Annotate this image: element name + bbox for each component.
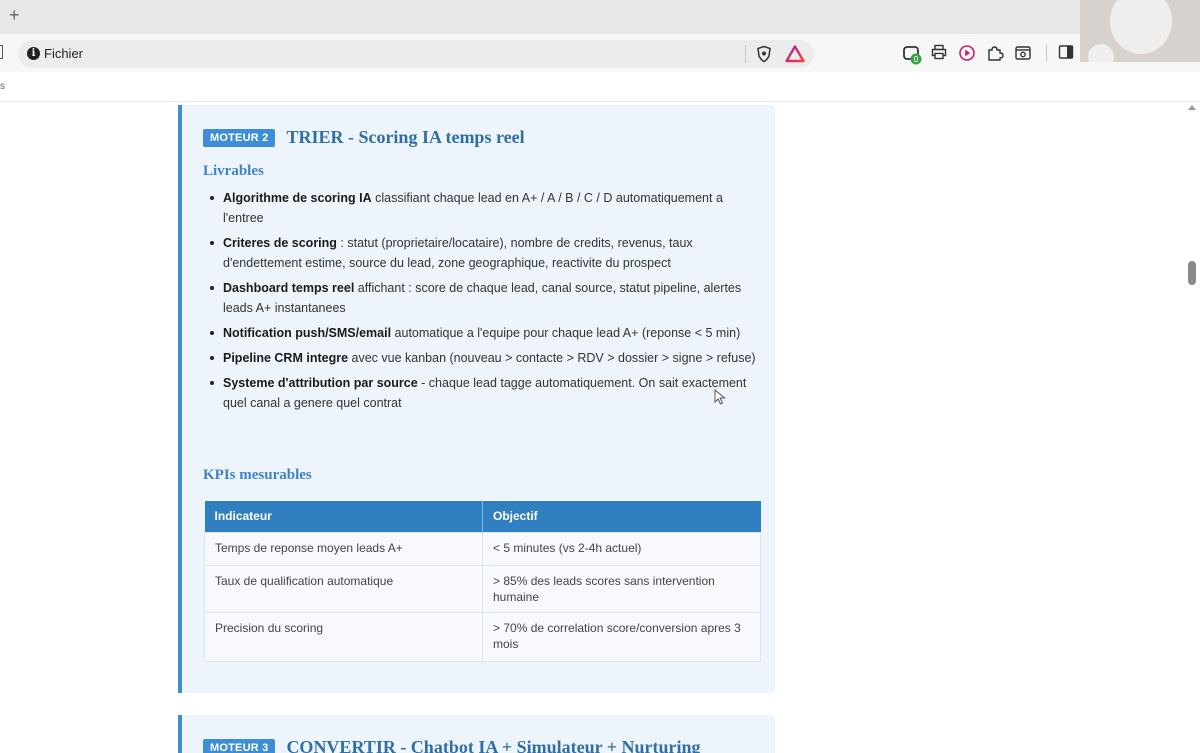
puzzle-icon[interactable] bbox=[986, 44, 1004, 67]
webcam-overlay bbox=[1080, 0, 1200, 62]
card-header: MOTEUR 2 TRIER - Scoring IA temps reel bbox=[203, 127, 525, 148]
column-header-objectif: Objectif bbox=[482, 501, 761, 532]
printer-icon[interactable] bbox=[931, 44, 947, 65]
mouse-cursor-icon bbox=[714, 388, 726, 410]
extension-counter-icon[interactable]: 0 bbox=[902, 44, 924, 71]
moteur-2-card: MOTEUR 2 TRIER - Scoring IA temps reel L… bbox=[178, 105, 775, 693]
bullet-text: avec vue kanban (nouveau > contacte > RD… bbox=[348, 351, 756, 365]
table-row: Taux de qualification automatique > 85% … bbox=[204, 564, 761, 613]
record-icon[interactable] bbox=[958, 44, 976, 67]
column-header-indicateur: Indicateur bbox=[204, 501, 483, 532]
info-icon[interactable]: i bbox=[27, 47, 40, 60]
moteur-badge: MOTEUR 2 bbox=[203, 128, 276, 147]
screenshot-icon[interactable] bbox=[1014, 44, 1032, 67]
bookmark-item[interactable]: s bbox=[0, 81, 5, 92]
table-cell: > 85% des leads scores sans intervention… bbox=[482, 564, 761, 613]
bullet-bold: Criteres de scoring bbox=[223, 236, 337, 250]
livrables-list: Algorithme de scoring IA classifiant cha… bbox=[206, 188, 756, 418]
list-item: Criteres de scoring : statut (proprietai… bbox=[206, 233, 756, 273]
bullet-bold: Dashboard temps reel bbox=[223, 281, 355, 295]
bookmarks-bar: s bbox=[0, 72, 1200, 102]
address-label: Fichier bbox=[44, 46, 84, 61]
webcam-person bbox=[1110, 0, 1172, 54]
table-cell: Temps de reponse moyen leads A+ bbox=[204, 531, 483, 566]
moteur-3-card: MOTEUR 3 CONVERTIR - Chatbot IA + Simula… bbox=[178, 715, 775, 753]
card-title: CONVERTIR - Chatbot IA + Simulateur + Nu… bbox=[286, 737, 701, 753]
bullet-text: automatique a l'equipe pour chaque lead … bbox=[391, 326, 741, 340]
toolbar-divider bbox=[1046, 44, 1047, 62]
card-title: TRIER - Scoring IA temps reel bbox=[286, 127, 525, 147]
table-row: Temps de reponse moyen leads A+ < 5 minu… bbox=[204, 531, 761, 566]
address-bar-divider bbox=[745, 45, 746, 63]
list-item: Notification push/SMS/email automatique … bbox=[206, 323, 756, 343]
brave-rewards-icon[interactable] bbox=[785, 45, 805, 68]
list-item: Dashboard temps reel affichant : score d… bbox=[206, 278, 756, 318]
moteur-badge: MOTEUR 3 bbox=[203, 738, 276, 753]
table-cell: Taux de qualification automatique bbox=[204, 564, 483, 613]
sidebar-toggle-fragment[interactable] bbox=[0, 45, 3, 59]
bullet-bold: Algorithme de scoring IA bbox=[223, 191, 372, 205]
sidebar-icon[interactable] bbox=[1058, 44, 1074, 65]
address-bar[interactable]: i Fichier bbox=[18, 40, 814, 68]
livrables-heading: Livrables bbox=[203, 163, 264, 179]
scrollbar-thumb[interactable] bbox=[1188, 261, 1196, 285]
kpi-heading: KPIs mesurables bbox=[203, 467, 312, 483]
bullet-bold: Notification push/SMS/email bbox=[223, 326, 392, 340]
bullet-bold: Pipeline CRM integre bbox=[223, 351, 349, 365]
page-viewport[interactable]: MOTEUR 2 TRIER - Scoring IA temps reel L… bbox=[0, 103, 1200, 753]
kpi-table: Indicateur Objectif Temps de reponse moy… bbox=[204, 501, 761, 662]
tab-strip: + bbox=[0, 0, 1200, 34]
table-cell: > 70% de correlation score/conversion ap… bbox=[482, 611, 761, 662]
scroll-up-arrow-icon[interactable] bbox=[1188, 105, 1196, 110]
table-cell: < 5 minutes (vs 2-4h actuel) bbox=[482, 531, 761, 566]
new-tab-button[interactable]: + bbox=[9, 5, 20, 25]
list-item: Algorithme de scoring IA classifiant cha… bbox=[206, 188, 756, 228]
bullet-bold: Systeme d'attribution par source bbox=[223, 376, 418, 390]
extension-badge: 0 bbox=[913, 55, 918, 64]
list-item: Systeme d'attribution par source - chaqu… bbox=[206, 373, 756, 413]
table-header-row: Indicateur Objectif bbox=[204, 501, 761, 532]
brave-shield-icon[interactable] bbox=[755, 45, 773, 68]
list-item: Pipeline CRM integre avec vue kanban (no… bbox=[206, 348, 756, 368]
table-cell: Precision du scoring bbox=[204, 611, 483, 662]
card-header: MOTEUR 3 CONVERTIR - Chatbot IA + Simula… bbox=[203, 737, 701, 753]
table-row: Precision du scoring > 70% de correlatio… bbox=[204, 611, 761, 662]
webcam-hand bbox=[1088, 44, 1114, 62]
